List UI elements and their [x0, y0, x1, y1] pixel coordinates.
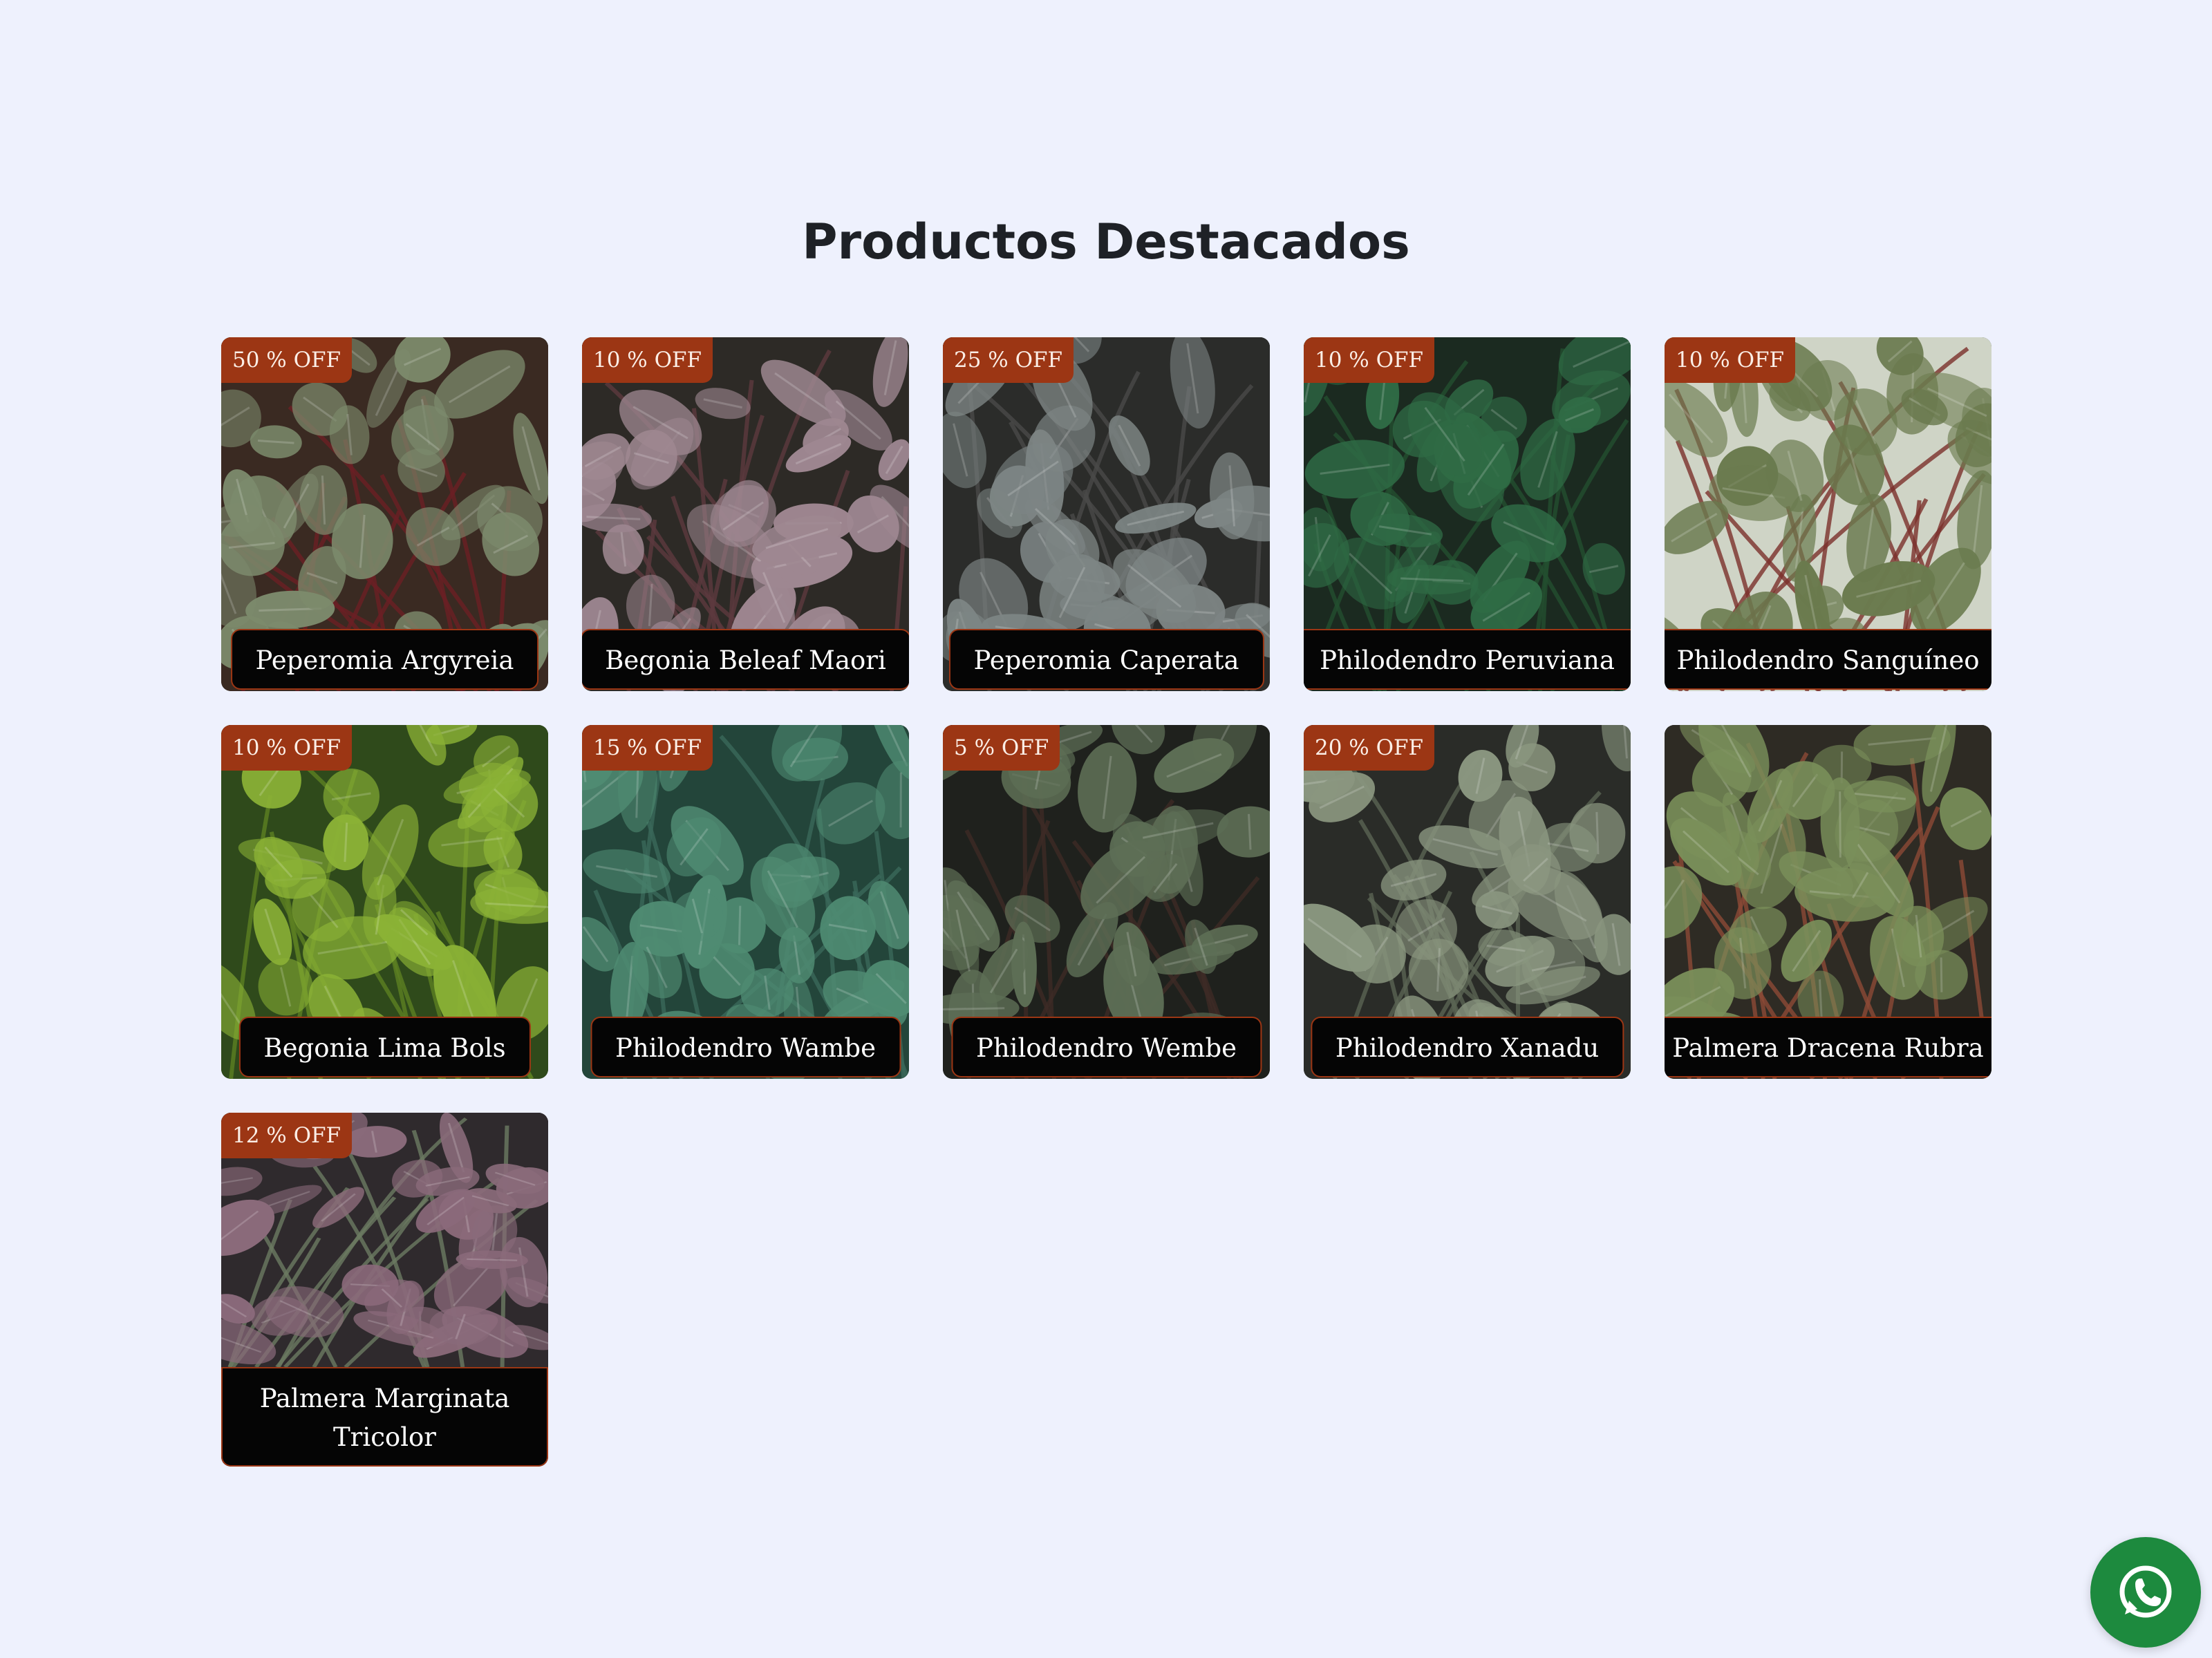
product-card[interactable]: 10 % OFF Philodendro Peruviana — [1304, 337, 1631, 691]
product-name[interactable]: Philodendro Peruviana — [1304, 629, 1631, 690]
product-card[interactable]: 10 % OFF Begonia Beleaf Maori — [582, 337, 909, 691]
product-card[interactable]: 12 % OFF Palmera Marginata Tricolor — [221, 1113, 548, 1467]
discount-badge: 10 % OFF — [221, 725, 353, 771]
product-name[interactable]: Begonia Lima Bols — [238, 1017, 531, 1077]
discount-badge: 10 % OFF — [1665, 337, 1796, 383]
product-name[interactable]: Begonia Beleaf Maori — [582, 629, 909, 690]
product-name[interactable]: Philodendro Xanadu — [1310, 1017, 1624, 1077]
product-card[interactable]: 20 % OFF Philodendro Xanadu — [1304, 725, 1631, 1079]
product-card[interactable]: 10 % OFF Philodendro Sanguíneo — [1665, 337, 1991, 691]
product-grid: 50 % OFF Peperomia Argyreia 10 % OFF Begoni… — [221, 337, 1991, 1467]
whatsapp-button[interactable] — [2090, 1537, 2201, 1648]
whatsapp-icon — [2119, 1565, 2172, 1618]
discount-badge: 5 % OFF — [943, 725, 1060, 771]
product-card[interactable]: 10 % OFF Begonia Lima Bols — [221, 725, 548, 1079]
discount-badge: 20 % OFF — [1304, 725, 1435, 771]
product-card[interactable]: 15 % OFF Philodendro Wambe — [582, 725, 909, 1079]
product-card[interactable]: 25 % OFF Peperomia Caperata — [943, 337, 1270, 691]
product-card[interactable]: Palmera Dracena Rubra — [1665, 725, 1991, 1079]
product-name[interactable]: Palmera Marginata Tricolor — [221, 1367, 548, 1467]
discount-badge: 10 % OFF — [1304, 337, 1435, 383]
discount-badge: 12 % OFF — [221, 1113, 353, 1158]
product-name[interactable]: Peperomia Argyreia — [230, 629, 539, 690]
product-name[interactable]: Palmera Dracena Rubra — [1665, 1017, 1991, 1077]
product-card[interactable]: 50 % OFF Peperomia Argyreia — [221, 337, 548, 691]
product-name[interactable]: Philodendro Wambe — [590, 1017, 901, 1077]
product-name[interactable]: Philodendro Wembe — [950, 1017, 1262, 1077]
discount-badge: 50 % OFF — [221, 337, 353, 383]
discount-badge: 25 % OFF — [943, 337, 1074, 383]
product-name[interactable]: Philodendro Sanguíneo — [1665, 629, 1991, 690]
discount-badge: 10 % OFF — [582, 337, 713, 383]
product-card[interactable]: 5 % OFF Philodendro Wembe — [943, 725, 1270, 1079]
product-name[interactable]: Peperomia Caperata — [948, 629, 1264, 690]
discount-badge: 15 % OFF — [582, 725, 713, 771]
section-title: Productos Destacados — [802, 214, 1410, 270]
